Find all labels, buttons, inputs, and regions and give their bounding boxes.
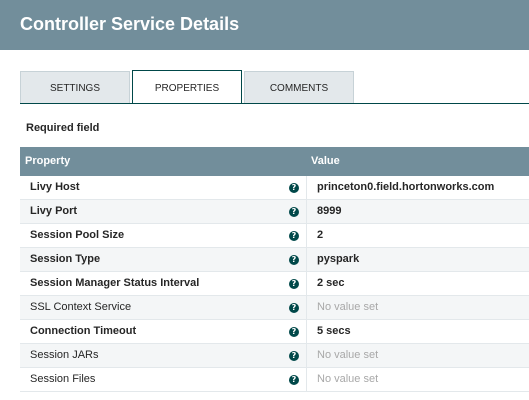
tab-settings[interactable]: SETTINGS — [20, 71, 130, 103]
required-field-label: Required field — [26, 122, 100, 134]
dialog-title: Controller Service Details — [20, 14, 240, 34]
table-row[interactable]: Session Pool Size? 2 — [20, 224, 529, 248]
column-divider — [306, 224, 307, 247]
help-circle-icon[interactable]: ? — [289, 255, 299, 265]
column-header-value: Value — [311, 155, 340, 167]
tab-comments[interactable]: COMMENTS — [244, 71, 354, 103]
property-value[interactable]: 5 secs — [317, 325, 351, 338]
help-circle-icon[interactable]: ? — [289, 375, 299, 385]
help-circle-icon[interactable]: ? — [289, 183, 299, 193]
column-divider — [306, 344, 307, 367]
table-row[interactable]: SSL Context Service? No value set — [20, 296, 529, 320]
property-value[interactable]: 2 sec — [317, 277, 345, 290]
table-row[interactable]: Session Files? No value set — [20, 368, 529, 392]
column-divider — [306, 200, 307, 223]
help-circle-icon[interactable]: ? — [289, 327, 299, 337]
column-divider — [306, 272, 307, 295]
column-divider — [306, 176, 307, 199]
property-name: Session JARs — [30, 349, 99, 361]
table-row[interactable]: Livy Host? princeton0.field.hortonworks.c… — [20, 176, 529, 200]
property-name: SSL Context Service — [30, 301, 132, 313]
tab-properties[interactable]: PROPERTIES — [132, 70, 242, 104]
properties-table: Property Value Livy Host? princeton0.fiel… — [20, 147, 529, 392]
property-value[interactable]: No value set — [317, 349, 378, 362]
property-name: Session Manager Status Interval — [30, 277, 200, 289]
property-name: Session Pool Size — [30, 229, 125, 241]
property-name: Session Type — [30, 253, 101, 265]
property-value[interactable]: princeton0.field.hortonworks.com — [317, 181, 494, 194]
help-circle-icon[interactable]: ? — [289, 303, 299, 313]
column-divider — [306, 296, 307, 319]
table-row[interactable]: Session JARs? No value set — [20, 344, 529, 368]
help-circle-icon[interactable]: ? — [289, 231, 299, 241]
column-divider — [306, 320, 307, 343]
property-value[interactable]: pyspark — [317, 253, 359, 266]
help-circle-icon[interactable]: ? — [289, 279, 299, 289]
column-divider — [306, 248, 307, 271]
property-value[interactable]: 2 — [317, 229, 323, 242]
table-row[interactable]: Connection Timeout? 5 secs — [20, 320, 529, 344]
property-value[interactable]: No value set — [317, 301, 378, 314]
table-row[interactable]: Session Manager Status Interval? 2 sec — [20, 272, 529, 296]
property-name: Session Files — [30, 373, 96, 385]
table-header: Property Value — [20, 147, 529, 176]
property-name: Livy Host — [30, 181, 80, 193]
table-row[interactable]: Livy Port? 8999 — [20, 200, 529, 224]
tab-underline — [20, 103, 529, 104]
help-circle-icon[interactable]: ? — [289, 351, 299, 361]
column-divider — [306, 368, 307, 391]
column-header-property: Property — [25, 155, 71, 167]
dialog-header: Controller Service Details — [0, 0, 529, 50]
table-row[interactable]: Session Type? pyspark — [20, 248, 529, 272]
property-name: Connection Timeout — [30, 325, 137, 337]
property-value[interactable]: No value set — [317, 373, 378, 386]
property-value[interactable]: 8999 — [317, 205, 341, 218]
help-circle-icon[interactable]: ? — [289, 207, 299, 217]
property-name: Livy Port — [30, 205, 78, 217]
